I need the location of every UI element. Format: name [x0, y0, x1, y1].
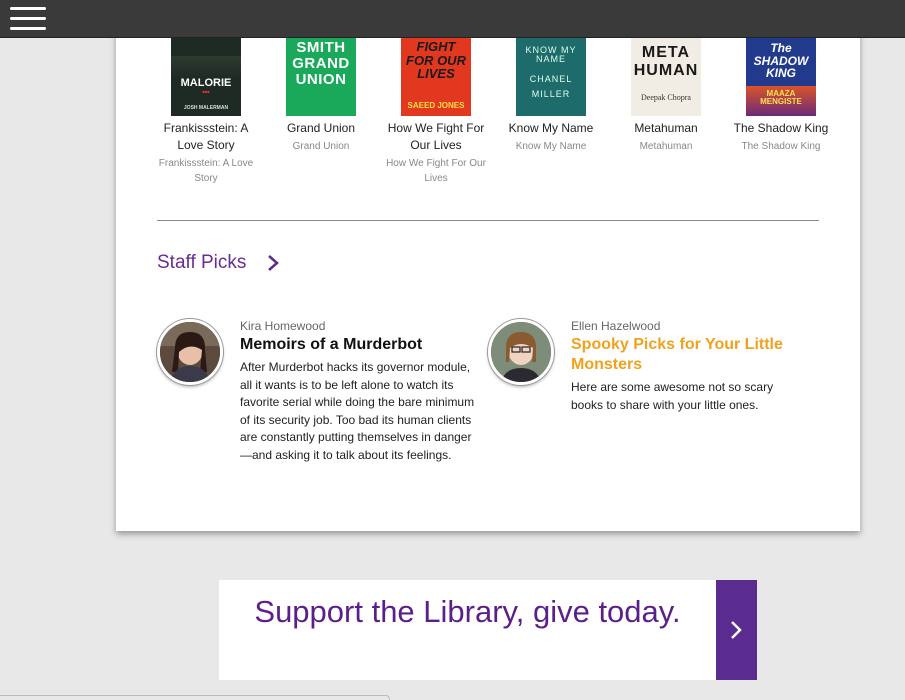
book-subtitle: Grand Union — [292, 141, 350, 152]
book-title[interactable]: Frankissstein: A Love Story — [151, 120, 261, 154]
cover-title-text: SMITH GRAND UNION — [292, 39, 350, 88]
book-title[interactable]: Grand Union — [266, 120, 376, 137]
book-item[interactable]: The SHADOW KING MAAZA MENGISTE The Shado… — [726, 38, 836, 154]
support-arrow-button[interactable] — [716, 580, 757, 680]
book-cover[interactable]: SMITH GRAND UNION — [286, 38, 356, 116]
pick-author: Kira Homewood — [240, 319, 326, 333]
book-item[interactable]: SMITH GRAND UNION Grand Union Grand Unio… — [266, 38, 376, 154]
pick-author: Ellen Hazelwood — [571, 319, 661, 333]
cover-author-text: JOSH MALERMAN — [183, 105, 229, 111]
chevron-right-icon[interactable] — [266, 253, 280, 273]
avatar — [488, 319, 554, 385]
cover-author-text: SAEED JONES — [407, 101, 465, 110]
book-cover[interactable]: The SHADOW KING MAAZA MENGISTE — [746, 38, 816, 116]
avatar — [157, 319, 223, 385]
cover-title-text: The SHADOW KING — [753, 41, 809, 81]
cover-author-text: CHANEL MILLER — [529, 74, 573, 99]
book-subtitle: Frankissstein: A Love Story — [158, 158, 254, 184]
content-card: MALORIE ■■■ JOSH MALERMAN Frankissstein:… — [116, 0, 860, 531]
book-subtitle: Metahuman — [639, 141, 693, 152]
pick-title[interactable]: Memoirs of a Murderbot — [240, 335, 475, 355]
book-cover[interactable]: MALORIE ■■■ JOSH MALERMAN — [171, 38, 241, 116]
staff-picks-heading[interactable]: Staff Picks — [157, 252, 246, 274]
cover-author-text: Deepak Chopra — [641, 93, 691, 102]
cover-author-text: MAAZA MENGISTE — [760, 89, 802, 107]
hamburger-menu-icon[interactable] — [10, 7, 46, 31]
book-carousel: MALORIE ■■■ JOSH MALERMAN Frankissstein:… — [151, 38, 841, 188]
book-subtitle: How We Fight For Our Lives — [386, 158, 486, 184]
chevron-right-icon — [731, 621, 742, 639]
pick-description: Here are some awesome not so scary books… — [571, 380, 774, 412]
cover-title-text: META HUMAN — [633, 44, 699, 79]
book-title[interactable]: How We Fight For Our Lives — [381, 120, 491, 154]
book-item[interactable]: META HUMAN Deepak Chopra Metahuman Metah… — [611, 38, 721, 154]
support-banner[interactable]: Support the Library, give today. — [219, 580, 757, 680]
pick-title[interactable]: Spooky Picks for Your Little Monsters — [571, 335, 796, 375]
pick-description: After Murderbot hacks its governor modul… — [240, 360, 475, 462]
book-title[interactable]: The Shadow King — [726, 120, 836, 137]
book-item[interactable]: KNOW MY NAME CHANEL MILLER Know My Name … — [496, 38, 606, 154]
staff-pick: Kira Homewood Memoirs of a Murderbot Aft… — [240, 318, 475, 464]
support-text[interactable]: Support the Library, give today. — [219, 596, 716, 628]
staff-pick: Ellen Hazelwood Spooky Picks for Your Li… — [571, 318, 796, 414]
book-cover[interactable]: KNOW MY NAME CHANEL MILLER — [516, 38, 586, 116]
book-subtitle: The Shadow King — [741, 141, 821, 152]
top-nav-bar — [0, 0, 905, 38]
book-cover[interactable]: FIGHT FOR OUR LIVES SAEED JONES — [401, 38, 471, 116]
book-item[interactable]: MALORIE ■■■ JOSH MALERMAN Frankissstein:… — [151, 38, 261, 186]
book-title[interactable]: Metahuman — [611, 120, 721, 137]
book-subtitle: Know My Name — [515, 141, 587, 152]
cover-title-text: FIGHT FOR OUR LIVES — [406, 39, 466, 82]
scrollbar[interactable] — [0, 695, 390, 700]
book-item[interactable]: FIGHT FOR OUR LIVES SAEED JONES How We F… — [381, 38, 491, 186]
book-cover[interactable]: META HUMAN Deepak Chopra — [631, 38, 701, 116]
cover-title-text: KNOW MY NAME — [525, 45, 577, 65]
section-divider — [157, 220, 819, 221]
book-title[interactable]: Know My Name — [496, 120, 606, 137]
cover-title-text: MALORIE — [180, 77, 232, 89]
